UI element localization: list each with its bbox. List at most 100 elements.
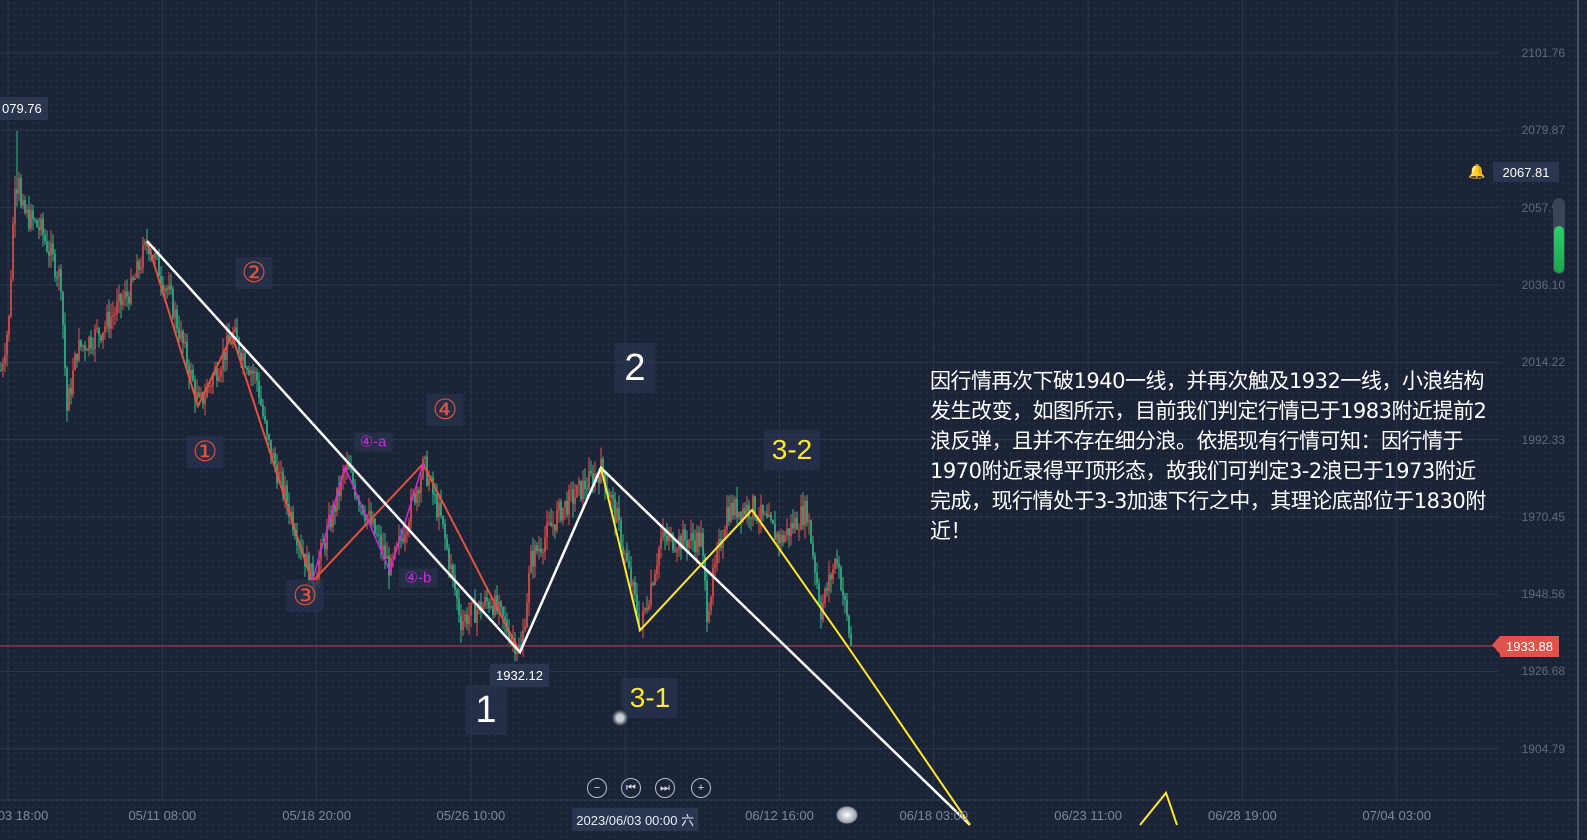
wave-line-white <box>146 240 971 826</box>
candle-body <box>538 548 540 552</box>
candle-body <box>580 480 582 500</box>
candle-body <box>74 353 76 370</box>
candle-body <box>176 309 178 329</box>
candle-body <box>730 502 732 522</box>
x-tick-label: 05/03 18:00 <box>0 808 49 823</box>
candle-body <box>192 369 194 381</box>
zoom-in-button[interactable]: + <box>691 778 711 798</box>
candle-body <box>116 301 118 314</box>
candle-body <box>832 569 834 579</box>
candle-body <box>762 504 764 515</box>
candle-body <box>220 370 222 377</box>
candle-body <box>694 540 696 552</box>
candle-body <box>588 470 590 490</box>
candle-body <box>438 503 440 518</box>
candle-body <box>236 327 238 339</box>
candle-body <box>646 608 648 610</box>
x-tick-label: 06/12 16:00 <box>745 808 814 823</box>
candle-body <box>572 489 574 504</box>
scale-scrollbar[interactable] <box>1553 198 1565 274</box>
candle-body <box>144 241 146 246</box>
candle-body <box>738 511 740 518</box>
candle-body <box>350 469 352 472</box>
candle-body <box>36 220 38 228</box>
scroll-forward-button[interactable]: ⏭ <box>655 778 675 798</box>
candle-body <box>578 480 580 485</box>
candle-body <box>590 470 592 474</box>
scroll-back-button[interactable]: ⏮ <box>621 778 641 798</box>
candle-body <box>416 489 418 503</box>
y-tick-label: 1992.33 <box>1521 432 1565 447</box>
y-tick-label: 2079.87 <box>1521 123 1565 138</box>
candle-body <box>56 276 58 278</box>
bell-icon[interactable]: 🔔 <box>1468 163 1485 180</box>
candle-body <box>216 368 218 381</box>
candle-body <box>260 397 262 405</box>
y-tick-label: 2101.76 <box>1521 46 1565 60</box>
candle-body <box>442 515 444 524</box>
candle-body <box>140 267 142 270</box>
wave-label-4-circled: ④ <box>426 394 464 426</box>
candle-body <box>242 352 244 361</box>
candle-body <box>658 548 660 566</box>
candle-body <box>6 334 8 356</box>
candle-body <box>530 550 532 573</box>
candle-body <box>546 522 548 538</box>
wave-line-yellow-projection <box>1139 790 1178 826</box>
candle-body <box>60 269 62 293</box>
candle-body <box>698 532 700 547</box>
candle-body <box>760 504 762 521</box>
candle-body <box>428 479 430 486</box>
candle-body <box>346 463 348 470</box>
candle-body <box>88 336 90 351</box>
candle-body <box>622 546 624 553</box>
candle-body <box>114 313 116 316</box>
wave-label-4a: ④-a <box>353 432 393 452</box>
candle-body <box>674 550 676 552</box>
candle-body <box>126 291 128 297</box>
candle-body <box>460 615 462 631</box>
candle-body <box>52 243 54 254</box>
candle-body <box>446 538 448 549</box>
candlestick-chart[interactable]: 2101.76 2079.87 2057.99 2036.10 2014.22 1992.… <box>0 0 1587 840</box>
candle-body <box>258 380 260 398</box>
candle-body <box>740 511 742 521</box>
candle-body <box>110 316 112 329</box>
candle-body <box>516 651 518 654</box>
candle-body <box>86 349 88 351</box>
candle-body <box>476 610 478 623</box>
zoom-out-button[interactable]: − <box>587 778 607 798</box>
candle-body <box>734 498 736 516</box>
scrollbar-fill <box>1554 225 1564 273</box>
candle-body <box>834 559 836 570</box>
candle-body <box>38 227 40 231</box>
candle-body <box>0 370 2 372</box>
candle-body <box>532 550 534 567</box>
candle-body <box>42 218 44 235</box>
x-tick-label: 06/18 03:00 <box>899 808 969 823</box>
candle-body <box>826 588 828 591</box>
candle-body <box>800 506 802 530</box>
alert-price-label[interactable]: 2067.81 <box>1493 162 1559 182</box>
candle-body <box>70 388 72 395</box>
candle-body <box>486 597 488 602</box>
candle-body <box>728 507 730 522</box>
candle-body <box>178 328 180 339</box>
candle-body <box>502 607 504 617</box>
candle-body <box>838 563 840 568</box>
candle-body <box>540 548 542 553</box>
candle-body <box>436 494 438 518</box>
candle-body <box>174 309 176 318</box>
candle-body <box>696 532 698 552</box>
candle-body <box>46 241 48 252</box>
candle-body <box>574 497 576 504</box>
candle-body <box>22 200 24 206</box>
candle-body <box>524 626 526 631</box>
time-scroll-handle[interactable] <box>836 806 858 824</box>
candle-body <box>582 480 584 500</box>
candle-body <box>26 209 28 213</box>
candle-body <box>766 513 768 518</box>
candle-body <box>576 484 578 498</box>
candle-body <box>626 552 628 562</box>
candle-body <box>656 565 658 574</box>
